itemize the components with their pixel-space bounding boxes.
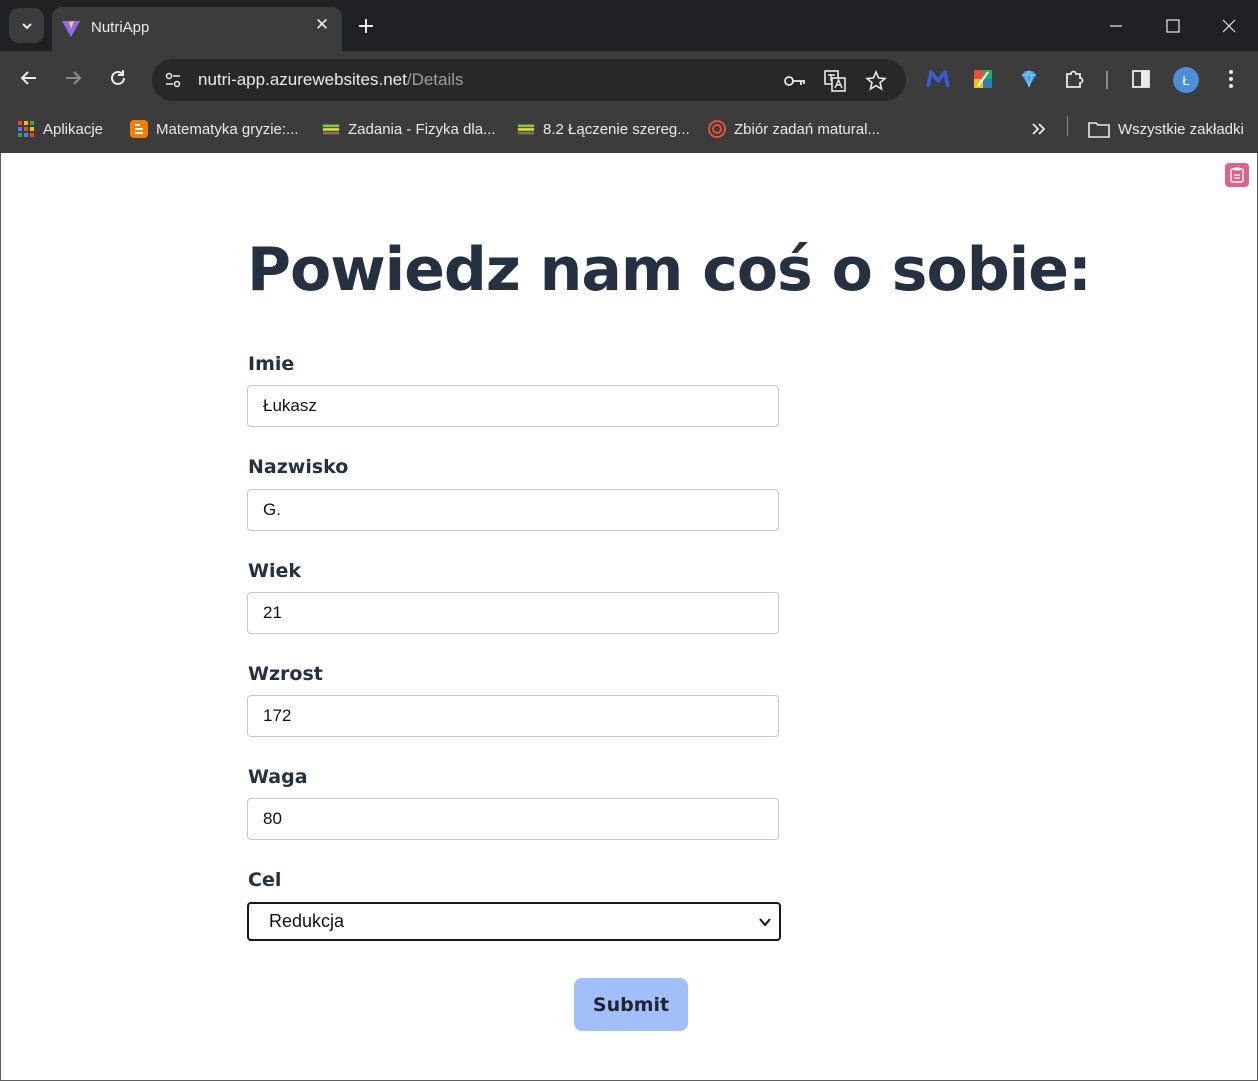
target-icon [708, 120, 726, 138]
maximize-icon[interactable] [1159, 12, 1187, 40]
forward-icon[interactable] [60, 65, 86, 91]
close-tab-icon[interactable]: ✕ [312, 15, 332, 35]
active-tab[interactable]: NutriApp ✕ [52, 7, 342, 51]
more-bookmarks-icon[interactable] [1030, 118, 1046, 140]
bookmark-aplikacje[interactable]: Aplikacje [17, 118, 103, 140]
new-tab-icon[interactable] [356, 16, 376, 36]
side-panel-icon[interactable] [1129, 67, 1153, 91]
bookmark-zadania-fizyka[interactable]: Zadania - Fizyka dla... [322, 118, 496, 140]
bookmark-laczenie-szereg[interactable]: 8.2 Łączenie szereg... [517, 118, 690, 140]
bookmark-label: Matematyka gryzie:... [156, 120, 299, 138]
bookmarks-bar: Aplikacje Matematyka gryzie:... Zadania … [0, 106, 1258, 153]
all-bookmarks-label: Wszystkie zakładki [1118, 120, 1244, 138]
goal-label: Cel [248, 869, 282, 891]
bookmark-label: Zbiór zadań matural... [734, 120, 880, 138]
extensions-puzzle-icon[interactable] [1062, 67, 1086, 91]
first-name-label: Imie [248, 353, 295, 375]
last-name-label: Nazwisko [248, 456, 349, 478]
submit-button[interactable]: Submit [574, 978, 688, 1031]
url-text: nutri-app.azurewebsites.net/Details [198, 70, 464, 90]
age-label: Wiek [248, 560, 301, 582]
browser-toolbar: nutri-app.azurewebsites.net/Details Ł [0, 51, 1258, 106]
url-path: /Details [406, 70, 464, 89]
blogger-icon [130, 120, 148, 138]
apps-grid-icon [17, 120, 35, 138]
minimize-icon[interactable] [1102, 12, 1130, 40]
age-input[interactable] [247, 592, 779, 634]
bookmark-label: 8.2 Łączenie szereg... [543, 120, 690, 138]
goal-selected-value: Redukcja [269, 911, 345, 931]
bookmark-matematyka[interactable]: Matematyka gryzie:... [130, 118, 299, 140]
m-extension-icon[interactable] [926, 67, 950, 91]
book-icon [517, 120, 535, 138]
password-key-icon[interactable] [783, 69, 807, 93]
height-input[interactable] [247, 695, 779, 737]
clipboard-extension-icon[interactable] [1225, 163, 1249, 187]
site-settings-icon[interactable] [162, 69, 184, 91]
bookmark-label: Aplikacje [43, 120, 104, 138]
tab-search-button[interactable] [9, 8, 44, 43]
tab-title: NutriApp [91, 19, 150, 36]
last-name-input[interactable] [247, 489, 779, 531]
folder-icon [1088, 120, 1110, 138]
page-content: Powiedz nam coś o sobie: Imie Nazwisko W… [0, 153, 1258, 1081]
translate-icon[interactable] [823, 69, 847, 93]
toolbar-separator [1106, 71, 1108, 89]
book-icon [322, 120, 340, 138]
weight-input[interactable] [247, 798, 779, 840]
bookmarks-separator [1067, 116, 1068, 136]
bookmark-label: Zadania - Fizyka dla... [348, 120, 496, 138]
bookmark-zbior-zadan[interactable]: Zbiór zadań matural... [708, 118, 880, 140]
goal-select[interactable]: Redukcja [247, 902, 781, 941]
close-window-icon[interactable] [1215, 12, 1243, 40]
chevron-down-icon [759, 918, 771, 927]
height-label: Wzrost [248, 663, 323, 685]
page-title: Powiedz nam coś o sobie: [247, 235, 1092, 305]
reload-icon[interactable] [105, 65, 131, 91]
menu-kebab-icon[interactable] [1219, 67, 1243, 91]
address-bar[interactable]: nutri-app.azurewebsites.net/Details [152, 59, 906, 101]
profile-avatar[interactable]: Ł [1173, 67, 1199, 93]
all-bookmarks-folder[interactable]: Wszystkie zakładki [1088, 118, 1244, 140]
diamond-extension-icon[interactable] [1017, 67, 1041, 91]
first-name-input[interactable] [247, 385, 779, 427]
url-host: nutri-app.azurewebsites.net [198, 70, 407, 89]
weight-label: Waga [248, 766, 308, 788]
tab-strip: NutriApp ✕ [0, 0, 1258, 51]
back-icon[interactable] [16, 65, 42, 91]
bookmark-star-icon[interactable] [864, 69, 888, 93]
chevron-down-icon [21, 22, 32, 29]
colorful-extension-icon[interactable] [971, 67, 995, 91]
vite-logo-icon [62, 21, 80, 37]
